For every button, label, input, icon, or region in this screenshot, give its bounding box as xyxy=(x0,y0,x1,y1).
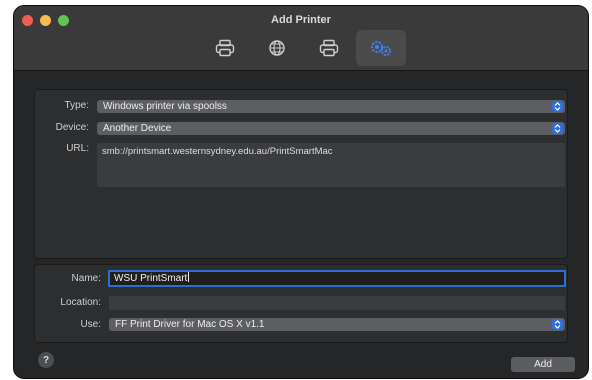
add-printer-window: Add Printer Type: Windows printer via sp… xyxy=(14,6,588,378)
name-value: WSU PrintSmart xyxy=(114,273,188,284)
location-label: Location: xyxy=(60,297,101,308)
toolbar-default-button[interactable] xyxy=(200,30,250,66)
add-button[interactable]: Add xyxy=(511,357,575,372)
toolbar-advanced-button[interactable] xyxy=(356,30,406,66)
url-field[interactable]: smb://printsmart.westernsydney.edu.au/Pr… xyxy=(97,143,565,187)
use-driver-value: FF Print Driver for Mac OS X v1.1 xyxy=(115,319,265,330)
type-label: Type: xyxy=(64,100,89,111)
connection-panel: Type: Windows printer via spoolss Device… xyxy=(34,89,568,259)
toolbar-windows-button[interactable] xyxy=(304,30,354,66)
chevron-updown-icon xyxy=(552,319,563,330)
name-input[interactable]: WSU PrintSmart xyxy=(108,270,566,287)
url-label: URL: xyxy=(66,143,89,154)
device-label: Device: xyxy=(55,122,89,133)
titlebar: Add Printer xyxy=(14,6,588,71)
advanced-gears-icon xyxy=(370,40,391,56)
default-printer-icon xyxy=(215,39,235,57)
name-label: Name: xyxy=(71,273,101,284)
use-label: Use: xyxy=(80,319,101,330)
type-select[interactable]: Windows printer via spoolss xyxy=(97,100,565,113)
device-select[interactable]: Another Device xyxy=(97,122,565,135)
window-title: Add Printer xyxy=(271,14,331,26)
chevron-updown-icon xyxy=(552,101,563,112)
use-driver-select[interactable]: FF Print Driver for Mac OS X v1.1 xyxy=(109,318,565,331)
chevron-updown-icon xyxy=(552,123,563,134)
printer-details-panel: Name: WSU PrintSmart Location: Use: FF P… xyxy=(34,264,568,343)
toolbar-ip-button[interactable] xyxy=(252,30,302,66)
type-value: Windows printer via spoolss xyxy=(103,101,227,112)
location-input[interactable] xyxy=(109,296,565,310)
windows-printer-icon xyxy=(319,39,339,57)
ip-globe-icon xyxy=(269,40,285,56)
device-value: Another Device xyxy=(103,123,172,134)
help-button[interactable]: ? xyxy=(38,352,54,368)
text-caret xyxy=(188,272,190,282)
